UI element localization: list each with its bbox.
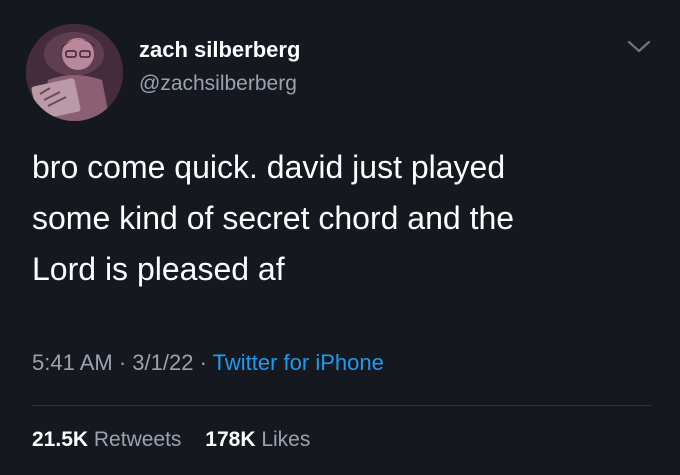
tweet-text-line: some kind of secret chord and the — [32, 200, 515, 236]
author-handle[interactable]: @zachsilberberg — [139, 72, 297, 96]
tweet-card: zach silberberg @zachsilberberg bro come… — [0, 0, 680, 475]
retweets-count: 21.5K — [32, 428, 89, 451]
tweet-text-line: Lord is pleased af — [32, 251, 285, 287]
meta-separator: · — [118, 350, 127, 375]
tweet-text: bro come quick. david just played some k… — [32, 142, 652, 295]
divider — [32, 405, 652, 406]
chevron-down-icon[interactable] — [626, 37, 652, 57]
avatar[interactable] — [26, 24, 123, 121]
likes-label: Likes — [261, 428, 311, 451]
likes-stat[interactable]: 178K Likes — [205, 428, 310, 451]
tweet-metadata: 5:41 AM · 3/1/22 · Twitter for iPhone — [32, 350, 384, 376]
likes-count: 178K — [205, 428, 256, 451]
tweet-time[interactable]: 5:41 AM — [32, 350, 113, 375]
retweets-stat[interactable]: 21.5K Retweets — [32, 428, 187, 451]
retweets-label: Retweets — [93, 428, 182, 451]
tweet-source-link[interactable]: Twitter for iPhone — [213, 350, 384, 375]
tweet-text-line: bro come quick. david just played — [32, 149, 506, 185]
author-display-name[interactable]: zach silberberg — [139, 37, 300, 63]
meta-separator: · — [199, 350, 207, 375]
tweet-date[interactable]: 3/1/22 — [132, 350, 193, 375]
tweet-stats: 21.5K Retweets 178K Likes — [32, 428, 328, 452]
